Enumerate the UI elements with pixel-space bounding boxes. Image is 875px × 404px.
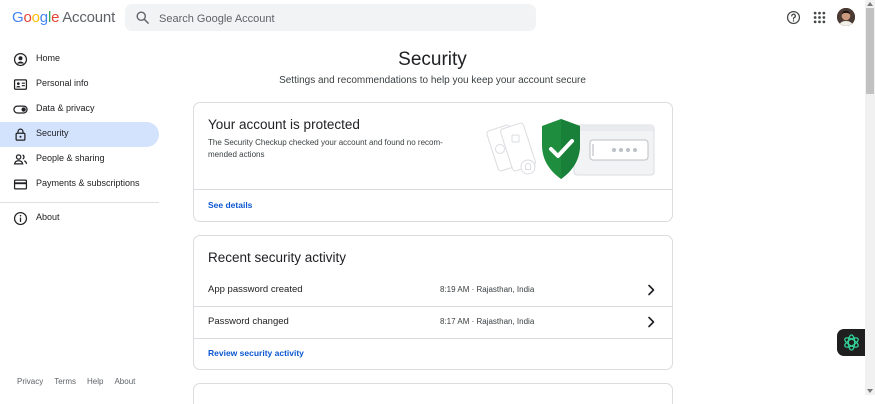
sidebar-item-security[interactable]: Security xyxy=(0,122,159,147)
activity-name: App password created xyxy=(208,284,303,295)
top-bar: Google Account xyxy=(0,0,865,35)
sidebar-item-label: People & sharing xyxy=(36,153,105,163)
sidebar-item-data-privacy[interactable]: Data & privacy xyxy=(0,97,159,122)
activity-card-title: Recent security activity xyxy=(208,250,347,265)
google-wordmark: Google xyxy=(12,9,60,26)
assistant-floating-button[interactable] xyxy=(837,329,867,356)
sidebar-divider xyxy=(0,202,159,203)
activity-detail: 8:17 AM · Rajasthan, India xyxy=(440,317,535,326)
google-account-logo[interactable]: Google Account xyxy=(12,9,115,26)
page-title: Security xyxy=(398,49,467,70)
footer-link-terms[interactable]: Terms xyxy=(54,377,76,386)
protected-card-title: Your account is protected xyxy=(208,117,360,132)
lock-icon xyxy=(15,128,26,141)
sidebar-item-label: Payments & subscriptions xyxy=(36,178,140,188)
chevron-right-icon xyxy=(648,316,655,328)
sidebar-item-personal-info[interactable]: Personal info xyxy=(0,72,159,97)
sidebar-item-people-sharing[interactable]: People & sharing xyxy=(0,147,159,172)
footer-link-help[interactable]: Help xyxy=(87,377,103,386)
toggle-icon xyxy=(13,105,28,114)
credit-card-icon xyxy=(13,179,28,190)
card-divider xyxy=(194,189,672,190)
sidebar-item-label: Home xyxy=(36,53,61,63)
review-security-activity-link[interactable]: Review security activity xyxy=(208,348,304,358)
sidebar-item-label: Personal info xyxy=(36,78,89,88)
activity-name: Password changed xyxy=(208,316,289,327)
scroll-down-arrow[interactable] xyxy=(867,389,873,393)
home-icon xyxy=(13,52,28,67)
assistant-icon xyxy=(844,334,859,351)
footer-link-about[interactable]: About xyxy=(114,377,135,386)
protected-card-description: The Security Checkup checked your accoun… xyxy=(208,138,443,159)
sidebar-item-about[interactable]: About xyxy=(0,206,159,231)
search-icon[interactable] xyxy=(135,10,150,25)
id-card-icon xyxy=(13,79,28,90)
scrollbar-thumb[interactable] xyxy=(866,8,874,94)
scroll-up-arrow[interactable] xyxy=(867,2,873,6)
search-input[interactable] xyxy=(157,8,521,29)
apps-grid-icon[interactable] xyxy=(812,10,827,25)
account-label: Account xyxy=(62,9,116,26)
card-divider xyxy=(194,338,672,339)
footer-link-privacy[interactable]: Privacy xyxy=(17,377,43,386)
activity-row-app-password[interactable]: App password created 8:19 AM · Rajasthan… xyxy=(194,275,672,306)
recent-activity-card: Recent security activity App password cr… xyxy=(193,235,673,370)
chevron-right-icon xyxy=(648,284,655,296)
activity-row-password-changed[interactable]: Password changed 8:17 AM · Rajasthan, In… xyxy=(194,307,672,338)
people-icon xyxy=(13,154,28,165)
page-subtitle: Settings and recommendations to help you… xyxy=(279,75,586,86)
info-icon xyxy=(13,211,28,226)
profile-photo xyxy=(837,8,855,26)
sidebar-item-label: Data & privacy xyxy=(36,103,95,113)
sidebar-item-payments[interactable]: Payments & subscriptions xyxy=(0,172,159,197)
footer-links: Privacy Terms Help About xyxy=(17,377,146,386)
sidebar-item-label: About xyxy=(36,212,60,222)
see-details-link[interactable]: See details xyxy=(208,200,252,210)
security-shield-illustration xyxy=(486,119,655,179)
account-protected-card: Your account is protected The Security C… xyxy=(193,102,673,222)
avatar[interactable] xyxy=(837,8,855,26)
sidebar-item-label: Security xyxy=(36,128,69,138)
search-bar[interactable] xyxy=(125,4,536,31)
sidebar-item-home[interactable]: Home xyxy=(0,47,159,72)
page-scrollbar[interactable] xyxy=(865,0,875,395)
help-icon[interactable] xyxy=(786,10,801,25)
activity-detail: 8:19 AM · Rajasthan, India xyxy=(440,285,535,294)
next-card xyxy=(193,383,673,404)
